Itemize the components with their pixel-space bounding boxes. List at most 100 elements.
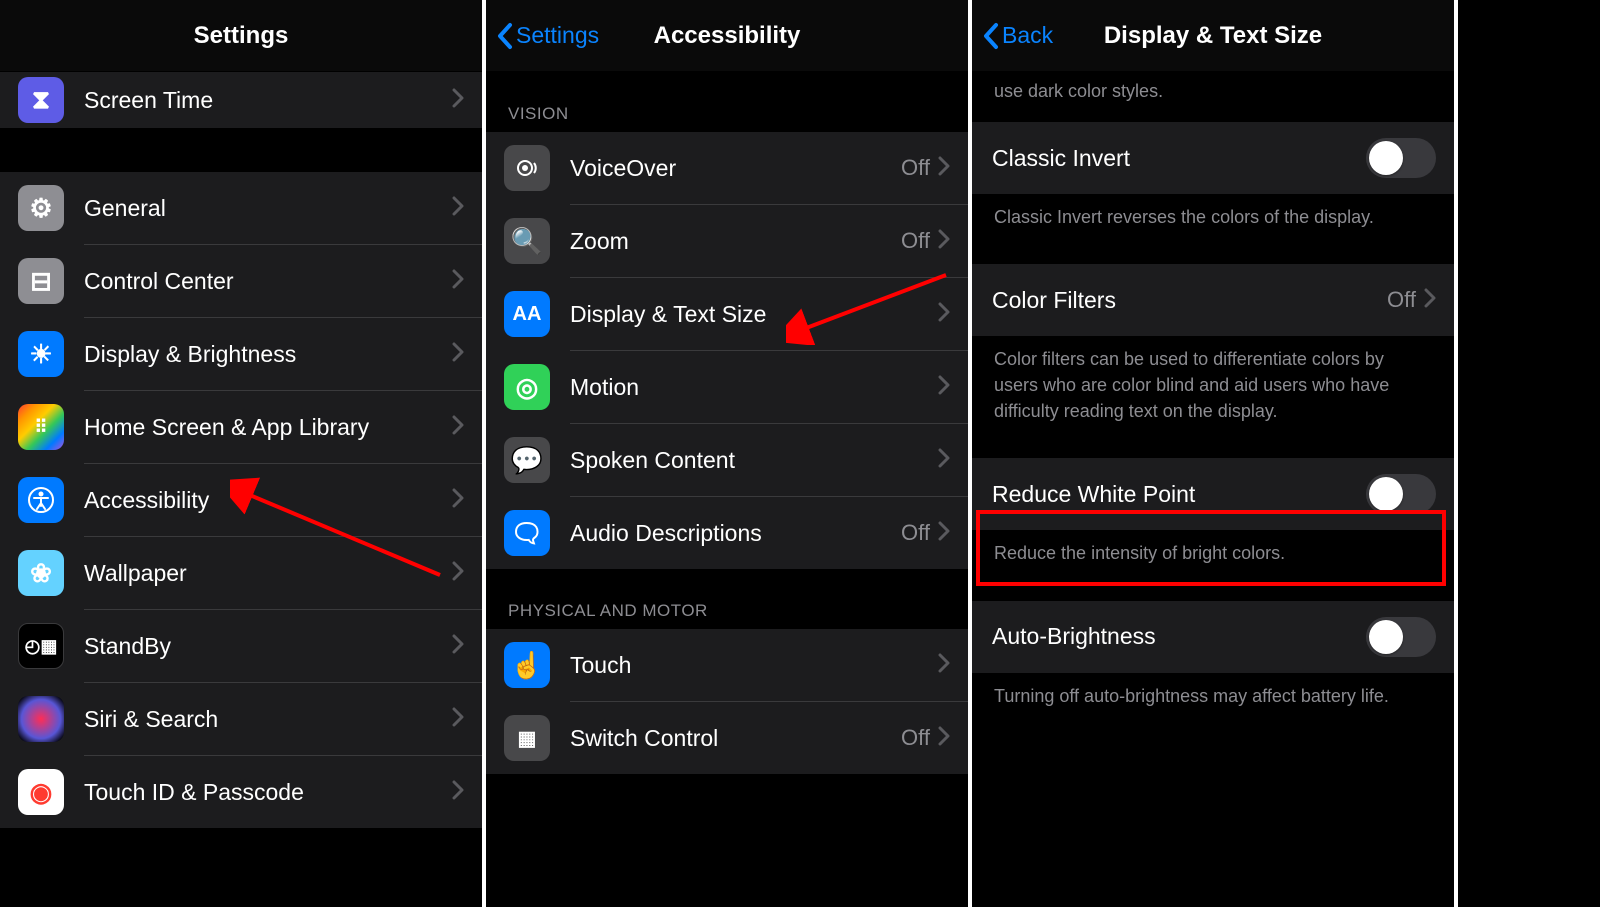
row-label: Accessibility <box>84 487 452 514</box>
row-label: Color Filters <box>992 287 1387 314</box>
chevron-right-icon <box>452 780 464 805</box>
section-header-motor: PHYSICAL AND MOTOR <box>486 569 968 629</box>
row-label: Display & Brightness <box>84 341 452 368</box>
speech-bubble-icon: 💬 <box>504 437 550 483</box>
chevron-right-icon <box>938 726 950 751</box>
chevron-right-icon <box>452 707 464 732</box>
row-label: Screen Time <box>84 87 452 114</box>
chevron-right-icon <box>452 342 464 367</box>
chevron-right-icon <box>938 229 950 254</box>
chevron-right-icon <box>452 196 464 221</box>
row-standby[interactable]: ◴▦ StandBy <box>0 610 482 682</box>
row-home-screen[interactable]: ⠿ Home Screen & App Library <box>0 391 482 463</box>
settings-group-top: ⧗ Screen Time <box>0 72 482 128</box>
siri-icon <box>18 696 64 742</box>
row-touch-id[interactable]: ◉ Touch ID & Passcode <box>0 756 482 828</box>
row-label: Audio Descriptions <box>570 520 901 547</box>
group-footer: Classic Invert reverses the colors of th… <box>972 194 1454 244</box>
row-label: Switch Control <box>570 725 901 752</box>
chevron-right-icon <box>452 269 464 294</box>
flower-icon: ❀ <box>18 550 64 596</box>
hourglass-icon: ⧗ <box>18 77 64 123</box>
row-label: Touch ID & Passcode <box>84 779 452 806</box>
row-motion[interactable]: ◎ Motion <box>486 351 968 423</box>
row-switch-control[interactable]: ▦ Switch Control Off <box>486 702 968 774</box>
back-button[interactable]: Settings <box>496 22 599 50</box>
gear-icon: ⚙ <box>18 185 64 231</box>
row-label: Reduce White Point <box>992 481 1366 508</box>
row-label: Control Center <box>84 268 452 295</box>
classic-invert-group: Classic Invert <box>972 122 1454 194</box>
row-label: VoiceOver <box>570 155 901 182</box>
chevron-right-icon <box>938 302 950 327</box>
row-label: Classic Invert <box>992 145 1366 172</box>
chevron-right-icon <box>452 561 464 586</box>
reduce-white-point-group: Reduce White Point <box>972 458 1454 530</box>
row-classic-invert[interactable]: Classic Invert <box>972 122 1454 194</box>
vision-group: VoiceOver Off 🔍 Zoom Off AA Display & Te… <box>486 132 968 569</box>
toggle-auto-brightness[interactable] <box>1366 617 1436 657</box>
accessibility-icon <box>18 477 64 523</box>
row-screen-time[interactable]: ⧗ Screen Time <box>0 72 482 128</box>
row-general[interactable]: ⚙ General <box>0 172 482 244</box>
clock-widget-icon: ◴▦ <box>18 623 64 669</box>
row-zoom[interactable]: 🔍 Zoom Off <box>486 205 968 277</box>
chevron-right-icon <box>938 156 950 181</box>
row-value: Off <box>901 725 930 751</box>
row-label: Display & Text Size <box>570 301 938 328</box>
row-auto-brightness[interactable]: Auto-Brightness <box>972 601 1454 673</box>
chevron-right-icon <box>1424 288 1436 313</box>
row-value: Off <box>901 228 930 254</box>
row-display-brightness[interactable]: ☀ Display & Brightness <box>0 318 482 390</box>
sun-icon: ☀ <box>18 331 64 377</box>
page-title: Display & Text Size <box>1104 22 1322 50</box>
voiceover-icon <box>504 145 550 191</box>
apps-grid-icon: ⠿ <box>18 404 64 450</box>
row-label: Spoken Content <box>570 447 938 474</box>
settings-group-main: ⚙ General ⊟ Control Center ☀ Display & B… <box>0 172 482 828</box>
page-title: Accessibility <box>654 22 801 50</box>
row-value: Off <box>901 520 930 546</box>
navbar-accessibility: Settings Accessibility <box>486 0 968 72</box>
motion-icon: ◎ <box>504 364 550 410</box>
chevron-right-icon <box>938 375 950 400</box>
row-accessibility[interactable]: Accessibility <box>0 464 482 536</box>
toggle-classic-invert[interactable] <box>1366 138 1436 178</box>
row-spoken-content[interactable]: 💬 Spoken Content <box>486 424 968 496</box>
row-audio-descriptions[interactable]: 🗨 Audio Descriptions Off <box>486 497 968 569</box>
row-voiceover[interactable]: VoiceOver Off <box>486 132 968 204</box>
chevron-right-icon <box>938 653 950 678</box>
row-value: Off <box>1387 287 1416 313</box>
chevron-right-icon <box>452 488 464 513</box>
row-touch[interactable]: ☝ Touch <box>486 629 968 701</box>
row-color-filters[interactable]: Color Filters Off <box>972 264 1454 336</box>
group-footer: Turning off auto-brightness may affect b… <box>972 673 1454 723</box>
group-footer: use dark color styles. <box>972 72 1454 118</box>
page-title: Settings <box>194 22 289 50</box>
chevron-right-icon <box>452 415 464 440</box>
back-button[interactable]: Back <box>982 22 1053 50</box>
row-wallpaper[interactable]: ❀ Wallpaper <box>0 537 482 609</box>
switches-icon: ⊟ <box>18 258 64 304</box>
row-label: Auto-Brightness <box>992 623 1366 650</box>
row-siri-search[interactable]: Siri & Search <box>0 683 482 755</box>
navbar-display-text: Back Display & Text Size <box>972 0 1454 72</box>
group-footer: Reduce the intensity of bright colors. <box>972 530 1454 580</box>
audio-description-icon: 🗨 <box>504 510 550 556</box>
row-label: Home Screen & App Library <box>84 414 452 441</box>
row-control-center[interactable]: ⊟ Control Center <box>0 245 482 317</box>
magnifier-icon: 🔍 <box>504 218 550 264</box>
row-reduce-white-point[interactable]: Reduce White Point <box>972 458 1454 530</box>
motor-group: ☝ Touch ▦ Switch Control Off <box>486 629 968 774</box>
chevron-right-icon <box>452 634 464 659</box>
toggle-reduce-white-point[interactable] <box>1366 474 1436 514</box>
row-label: Wallpaper <box>84 560 452 587</box>
row-display-text-size[interactable]: AA Display & Text Size <box>486 278 968 350</box>
pane-settings: Settings ⧗ Screen Time ⚙ General ⊟ Contr… <box>0 0 486 907</box>
text-size-icon: AA <box>504 291 550 337</box>
section-header-vision: VISION <box>486 72 968 132</box>
row-label: Siri & Search <box>84 706 452 733</box>
row-label: General <box>84 195 452 222</box>
row-label: Zoom <box>570 228 901 255</box>
pane-display-text-size: Back Display & Text Size use dark color … <box>972 0 1458 907</box>
